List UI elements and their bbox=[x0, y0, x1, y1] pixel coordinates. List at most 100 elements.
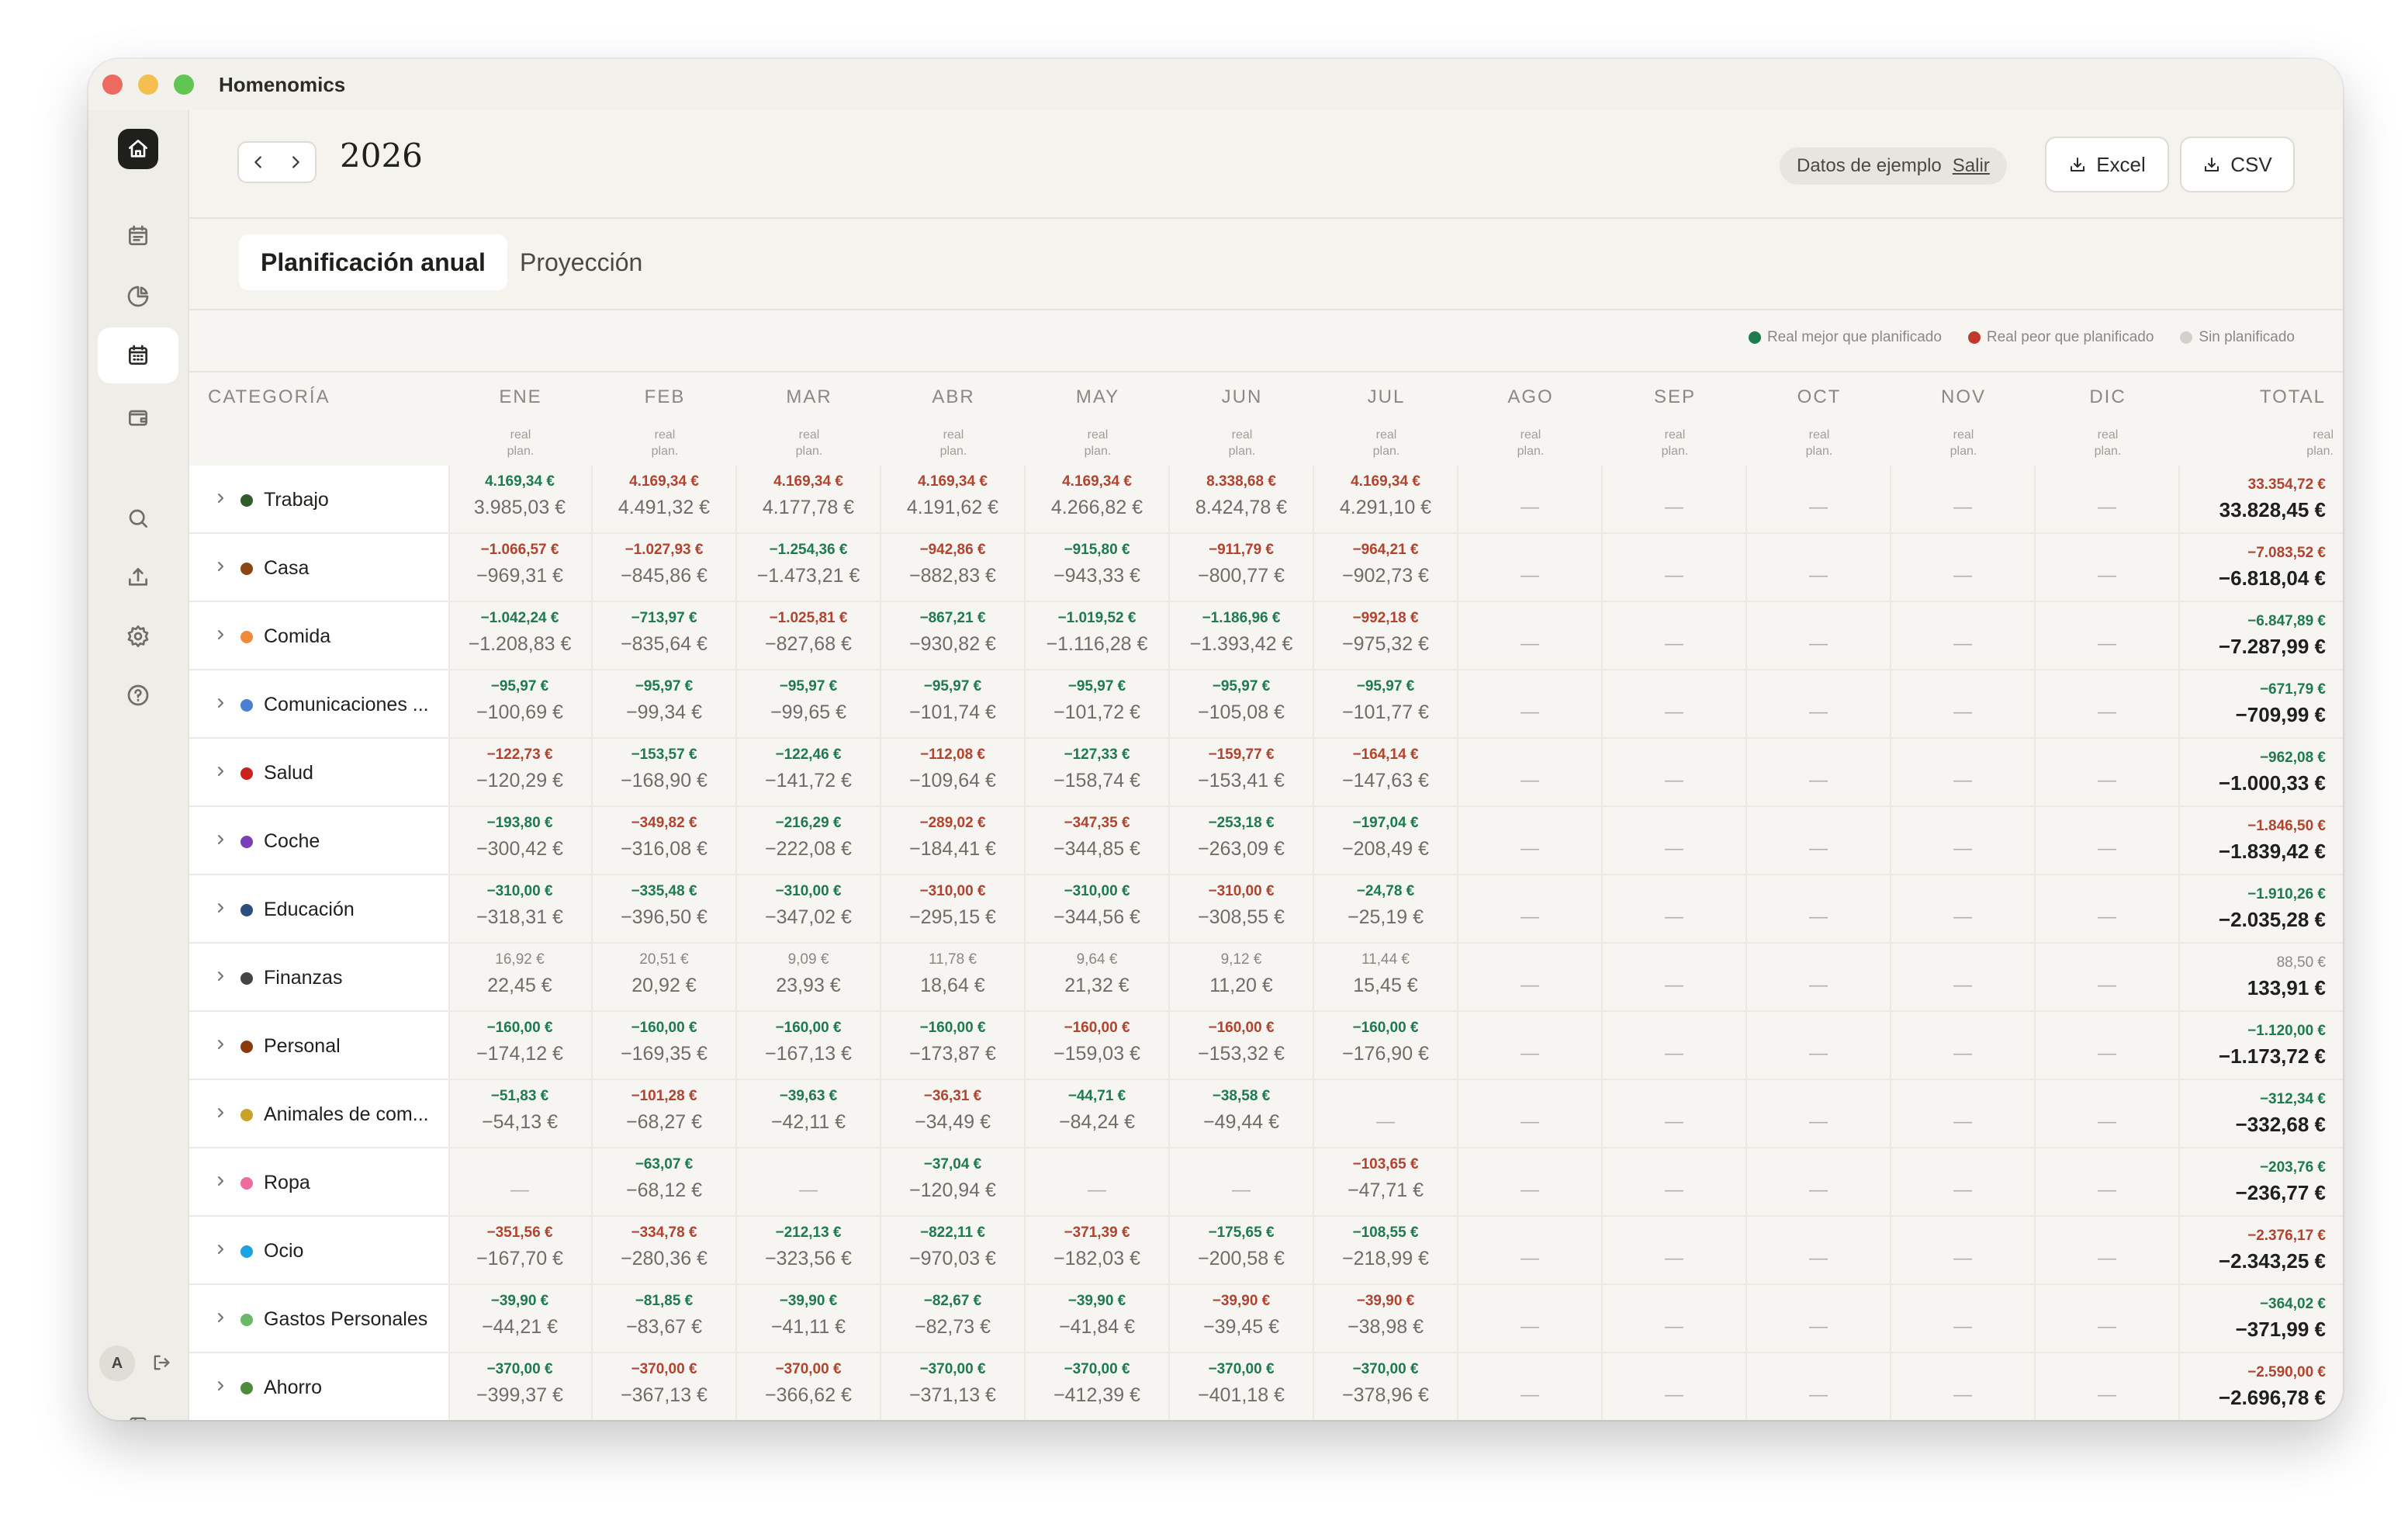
month-cell[interactable]: −127,33 € −158,74 € bbox=[1026, 739, 1170, 807]
category-cell[interactable]: Trabajo bbox=[189, 466, 450, 534]
month-cell[interactable]: −160,00 € −176,90 € bbox=[1314, 1012, 1458, 1080]
home-icon[interactable] bbox=[118, 129, 158, 169]
month-cell[interactable]: −159,77 € −153,41 € bbox=[1170, 739, 1314, 807]
month-cell[interactable]: — bbox=[1458, 1012, 1603, 1080]
month-cell[interactable]: — bbox=[1891, 602, 2036, 670]
month-cell[interactable]: — bbox=[1891, 1080, 2036, 1148]
calendar-list-icon[interactable] bbox=[118, 216, 158, 256]
month-cell[interactable]: — bbox=[448, 1148, 593, 1217]
month-cell[interactable]: — bbox=[1891, 670, 2036, 739]
month-cell[interactable]: — bbox=[737, 1148, 881, 1217]
month-cell[interactable]: — bbox=[1458, 944, 1603, 1012]
month-cell[interactable]: −51,83 € −54,13 € bbox=[448, 1080, 593, 1148]
wallet-icon[interactable] bbox=[118, 397, 158, 438]
month-cell[interactable]: −160,00 € −159,03 € bbox=[1026, 1012, 1170, 1080]
month-cell[interactable]: −822,11 € −970,03 € bbox=[881, 1217, 1026, 1285]
exit-sample-link[interactable]: Salir bbox=[1953, 155, 1990, 177]
month-cell[interactable]: −1.186,96 € −1.393,42 € bbox=[1170, 602, 1314, 670]
month-cell[interactable]: — bbox=[1603, 1285, 1747, 1353]
export-csv-button[interactable]: CSV bbox=[2180, 137, 2295, 192]
month-cell[interactable]: −253,18 € −263,09 € bbox=[1170, 807, 1314, 875]
month-cell[interactable]: −289,02 € −184,41 € bbox=[881, 807, 1026, 875]
month-cell[interactable]: — bbox=[1458, 1353, 1603, 1420]
chevron-right-icon[interactable] bbox=[214, 765, 227, 778]
previous-year-button[interactable] bbox=[237, 141, 279, 183]
month-cell[interactable]: −112,08 € −109,64 € bbox=[881, 739, 1026, 807]
month-cell[interactable]: −1.254,36 € −1.473,21 € bbox=[737, 534, 881, 602]
month-cell[interactable]: −63,07 € −68,12 € bbox=[593, 1148, 737, 1217]
month-cell[interactable]: — bbox=[1891, 875, 2036, 944]
month-cell[interactable]: −1.025,81 € −827,68 € bbox=[737, 602, 881, 670]
month-cell[interactable]: — bbox=[1747, 670, 1891, 739]
category-cell[interactable]: Ropa bbox=[189, 1148, 450, 1217]
category-cell[interactable]: Educación bbox=[189, 875, 450, 944]
month-cell[interactable]: 9,09 € 23,93 € bbox=[737, 944, 881, 1012]
month-cell[interactable]: — bbox=[1747, 534, 1891, 602]
month-cell[interactable]: −95,97 € −101,72 € bbox=[1026, 670, 1170, 739]
month-cell[interactable]: — bbox=[1603, 1012, 1747, 1080]
chevron-right-icon[interactable] bbox=[214, 697, 227, 709]
month-cell[interactable]: −347,35 € −344,85 € bbox=[1026, 807, 1170, 875]
month-cell[interactable]: 4.169,34 € 3.985,03 € bbox=[448, 466, 593, 534]
month-cell[interactable]: — bbox=[1747, 1217, 1891, 1285]
chevron-right-icon[interactable] bbox=[214, 1380, 227, 1392]
month-cell[interactable]: −175,65 € −200,58 € bbox=[1170, 1217, 1314, 1285]
gear-icon[interactable] bbox=[118, 616, 158, 656]
month-cell[interactable]: −39,90 € −38,98 € bbox=[1314, 1285, 1458, 1353]
help-icon[interactable] bbox=[118, 675, 158, 715]
month-cell[interactable]: — bbox=[1603, 1080, 1747, 1148]
month-cell[interactable]: −911,79 € −800,77 € bbox=[1170, 534, 1314, 602]
month-cell[interactable]: 16,92 € 22,45 € bbox=[448, 944, 593, 1012]
month-cell[interactable]: — bbox=[1891, 944, 2036, 1012]
avatar[interactable]: A bbox=[99, 1346, 135, 1381]
month-cell[interactable]: −370,00 € −378,96 € bbox=[1314, 1353, 1458, 1420]
month-cell[interactable]: — bbox=[1891, 1217, 2036, 1285]
month-cell[interactable]: 8.338,68 € 8.424,78 € bbox=[1170, 466, 1314, 534]
month-cell[interactable]: −81,85 € −83,67 € bbox=[593, 1285, 737, 1353]
month-cell[interactable]: −351,56 € −167,70 € bbox=[448, 1217, 593, 1285]
month-cell[interactable]: — bbox=[1891, 739, 2036, 807]
month-cell[interactable]: −39,90 € −39,45 € bbox=[1170, 1285, 1314, 1353]
month-cell[interactable]: — bbox=[1458, 466, 1603, 534]
month-cell[interactable]: 4.169,34 € 4.291,10 € bbox=[1314, 466, 1458, 534]
chevron-right-icon[interactable] bbox=[214, 970, 227, 982]
month-cell[interactable]: −1.027,93 € −845,86 € bbox=[593, 534, 737, 602]
month-cell[interactable]: — bbox=[1891, 466, 2036, 534]
search-icon[interactable] bbox=[118, 498, 158, 539]
month-cell[interactable]: −1.019,52 € −1.116,28 € bbox=[1026, 602, 1170, 670]
annual-planning-nav[interactable] bbox=[98, 327, 178, 383]
month-cell[interactable]: 11,44 € 15,45 € bbox=[1314, 944, 1458, 1012]
chevron-right-icon[interactable] bbox=[214, 902, 227, 914]
month-cell[interactable]: — bbox=[1603, 670, 1747, 739]
month-cell[interactable]: — bbox=[1747, 602, 1891, 670]
upload-icon[interactable] bbox=[118, 557, 158, 597]
sidebar-toggle-icon[interactable] bbox=[118, 1405, 158, 1420]
month-cell[interactable]: — bbox=[1458, 875, 1603, 944]
month-cell[interactable]: −160,00 € −169,35 € bbox=[593, 1012, 737, 1080]
category-cell[interactable]: Ocio bbox=[189, 1217, 450, 1285]
month-cell[interactable]: — bbox=[1458, 1285, 1603, 1353]
month-cell[interactable]: — bbox=[1170, 1148, 1314, 1217]
month-cell[interactable]: — bbox=[1891, 1148, 2036, 1217]
month-cell[interactable]: −310,00 € −347,02 € bbox=[737, 875, 881, 944]
category-cell[interactable]: Gastos Personales bbox=[189, 1285, 450, 1353]
month-cell[interactable]: — bbox=[1747, 944, 1891, 1012]
month-cell[interactable]: −335,48 € −396,50 € bbox=[593, 875, 737, 944]
category-cell[interactable]: Comunicaciones ... bbox=[189, 670, 450, 739]
category-cell[interactable]: Personal bbox=[189, 1012, 450, 1080]
month-cell[interactable]: — bbox=[1603, 739, 1747, 807]
chevron-right-icon[interactable] bbox=[214, 492, 227, 504]
month-cell[interactable]: −160,00 € −167,13 € bbox=[737, 1012, 881, 1080]
month-cell[interactable]: −370,00 € −399,37 € bbox=[448, 1353, 593, 1420]
month-cell[interactable]: −867,21 € −930,82 € bbox=[881, 602, 1026, 670]
month-cell[interactable]: — bbox=[1603, 944, 1747, 1012]
month-cell[interactable]: −95,97 € −105,08 € bbox=[1170, 670, 1314, 739]
pie-chart-icon[interactable] bbox=[118, 276, 158, 317]
month-cell[interactable]: −992,18 € −975,32 € bbox=[1314, 602, 1458, 670]
month-cell[interactable]: −160,00 € −173,87 € bbox=[881, 1012, 1026, 1080]
month-cell[interactable]: — bbox=[1458, 807, 1603, 875]
month-cell[interactable]: −39,90 € −44,21 € bbox=[448, 1285, 593, 1353]
chevron-right-icon[interactable] bbox=[214, 629, 227, 641]
month-cell[interactable]: −370,00 € −371,13 € bbox=[881, 1353, 1026, 1420]
month-cell[interactable]: −82,67 € −82,73 € bbox=[881, 1285, 1026, 1353]
